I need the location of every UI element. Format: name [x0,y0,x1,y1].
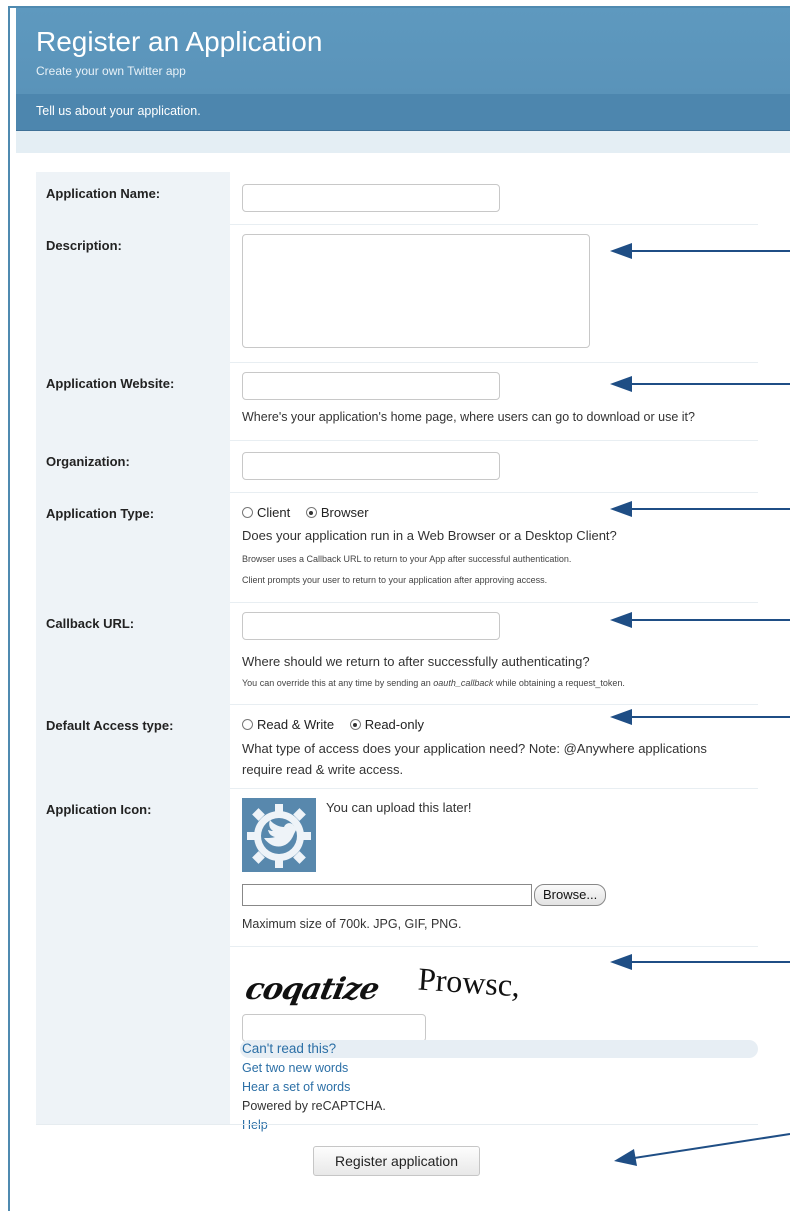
arrow-description [610,243,790,259]
arrow-captcha [610,954,790,970]
arrow-access [610,709,790,725]
arrow-website [610,376,790,392]
arrow-app-type [610,501,790,517]
arrow-submit [614,1133,790,1166]
annotation-arrows [610,243,790,1166]
arrow-callback [610,612,790,628]
